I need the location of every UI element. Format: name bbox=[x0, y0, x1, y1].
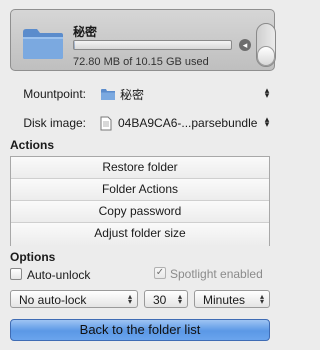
select-arrows-icon: ▴ ▾ bbox=[177, 292, 182, 306]
disk-image-label: Disk image: bbox=[23, 116, 86, 130]
usage-progress-fill bbox=[74, 41, 76, 49]
disk-image-popup[interactable]: 04BA9CA6-...parsebundle bbox=[100, 115, 257, 131]
back-to-folder-list-button[interactable]: Back to the folder list bbox=[10, 319, 270, 341]
mountpoint-label: Mountpoint: bbox=[23, 87, 86, 101]
auto-lock-mode-select[interactable]: No auto-lock ▴ ▾ bbox=[10, 290, 138, 308]
actions-list: Restore folder Folder Actions Copy passw… bbox=[10, 156, 270, 246]
options-heading: Options bbox=[10, 250, 56, 264]
document-icon bbox=[100, 116, 112, 130]
spotlight-checkbox[interactable]: ✓ bbox=[154, 267, 166, 279]
actions-heading: Actions bbox=[10, 138, 55, 152]
auto-lock-mode-value: No auto-lock bbox=[19, 293, 87, 307]
mountpoint-popup[interactable]: 秘密 bbox=[100, 86, 144, 102]
auto-lock-unit-value: Minutes bbox=[203, 293, 246, 307]
usage-progress-bar bbox=[73, 40, 232, 50]
auto-lock-unit-select[interactable]: Minutes ▴ ▾ bbox=[194, 290, 270, 308]
disk-image-updown-icon[interactable]: ▴ ▾ bbox=[263, 115, 271, 129]
adjust-folder-size-button[interactable]: Adjust folder size bbox=[11, 223, 269, 246]
auto-lock-amount-value: 30 bbox=[153, 293, 167, 307]
spotlight-label: Spotlight enabled bbox=[170, 267, 263, 281]
eject-icon[interactable]: ◂ bbox=[239, 39, 251, 51]
folder-icon bbox=[101, 88, 115, 100]
auto-unlock-checkbox[interactable] bbox=[10, 268, 22, 280]
disk-image-value: 04BA9CA6-...parsebundle bbox=[118, 116, 258, 130]
mountpoint-updown-icon[interactable]: ▴ ▾ bbox=[263, 86, 271, 100]
auto-lock-amount-select[interactable]: 30 ▴ ▾ bbox=[144, 290, 188, 308]
select-arrows-icon: ▴ ▾ bbox=[127, 292, 132, 306]
auto-unlock-label: Auto-unlock bbox=[27, 268, 91, 282]
folder-icon bbox=[23, 29, 63, 59]
select-arrows-icon: ▴ ▾ bbox=[259, 292, 264, 306]
folder-actions-button[interactable]: Folder Actions bbox=[11, 179, 269, 201]
restore-folder-button[interactable]: Restore folder bbox=[11, 157, 269, 179]
mountpoint-value: 秘密 bbox=[120, 87, 145, 102]
usage-text: 72.80 MB of 10.15 GB used bbox=[73, 56, 209, 68]
toggle-knob[interactable] bbox=[257, 46, 275, 66]
volume-name: 秘密 bbox=[73, 25, 98, 39]
mount-toggle-switch[interactable] bbox=[256, 23, 276, 67]
copy-password-button[interactable]: Copy password bbox=[11, 201, 269, 223]
volume-card: 秘密 72.80 MB of 10.15 GB used ◂ bbox=[10, 9, 276, 71]
